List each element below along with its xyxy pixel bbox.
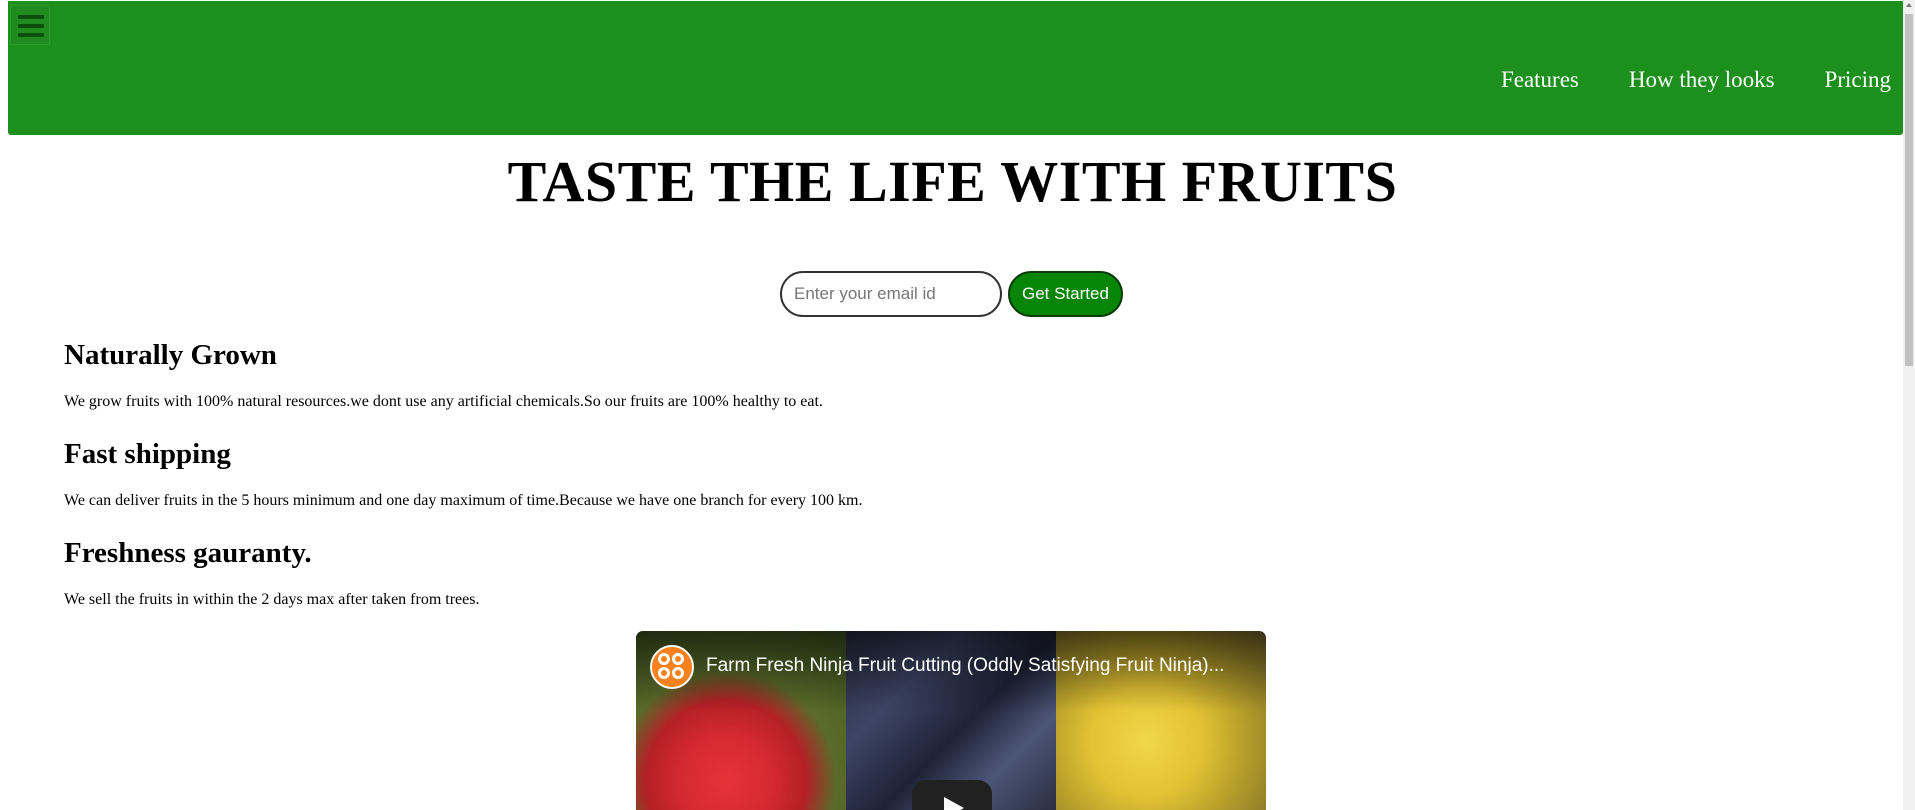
feature-text: We grow fruits with 100% natural resourc… [64,393,823,410]
top-header: Features How they looks Pricing [8,1,1903,135]
feature-text: We sell the fruits in within the 2 days … [64,591,480,608]
video-embed[interactable]: Farm Fresh Ninja Fruit Cutting (Oddly Sa… [636,631,1266,810]
page-title: TASTE THE LIFE WITH FRUITS [507,149,1398,214]
scrollbar-thumb[interactable] [1905,14,1913,366]
nav-link-features[interactable]: Features [1501,67,1579,93]
signup-form: Get Started [780,271,1123,317]
nav-link-how-they-looks[interactable]: How they looks [1629,67,1775,93]
scroll-up-icon[interactable] [1906,3,1912,7]
feature-heading: Fast shipping [64,438,231,470]
channel-logo-icon[interactable] [650,645,694,689]
feature-freshness: Freshness gauranty. We sell the fruits i… [64,537,479,609]
feature-heading: Naturally Grown [64,339,277,371]
play-icon[interactable] [912,780,992,810]
feature-naturally-grown: Naturally Grown We grow fruits with 100%… [64,339,823,411]
feature-heading: Freshness gauranty. [64,537,312,569]
page-scrollbar[interactable] [1903,0,1915,810]
feature-fast-shipping: Fast shipping We can deliver fruits in t… [64,438,862,510]
video-title[interactable]: Farm Fresh Ninja Fruit Cutting (Oddly Sa… [706,655,1224,677]
feature-text: We can deliver fruits in the 5 hours min… [64,492,863,509]
hamburger-menu-icon[interactable] [10,5,50,45]
get-started-button[interactable]: Get Started [1008,271,1123,317]
nav-link-pricing[interactable]: Pricing [1825,67,1891,93]
main-nav: Features How they looks Pricing [1501,67,1891,93]
email-input[interactable] [780,271,1002,317]
